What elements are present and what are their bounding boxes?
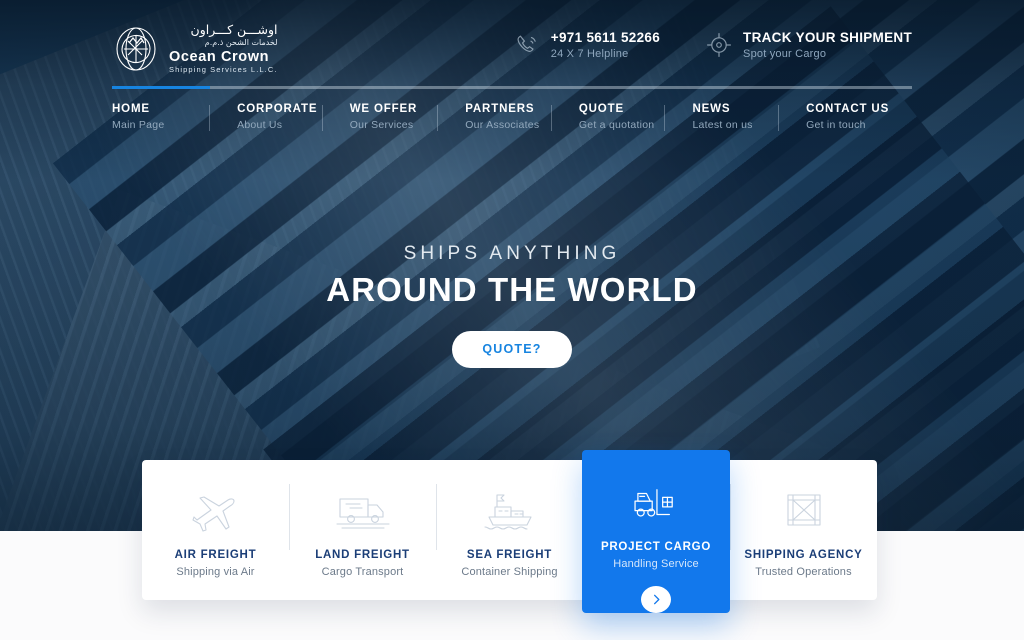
truck-icon	[334, 487, 392, 533]
service-title: AIR FREIGHT	[174, 548, 257, 561]
service-subtitle: Trusted Operations	[755, 565, 852, 578]
service-title: SEA FREIGHT	[466, 548, 553, 561]
service-subtitle: Handling Service	[613, 558, 699, 570]
nav-divider	[664, 105, 666, 131]
helpline-number: +971 5611 52266	[550, 30, 661, 45]
nav-divider	[209, 105, 211, 131]
nav-underline	[112, 86, 912, 89]
service-title: LAND FREIGHT	[315, 548, 410, 561]
top-bar: اوشـــن كـــراون لخدمات الشحن ذ.م.م Ocea…	[0, 0, 1024, 88]
nav-label: NEWS	[692, 103, 731, 115]
globe-crown-icon	[112, 25, 160, 73]
header-contacts: +971 5611 52266 24 X 7 Helpline TRACK YO…	[514, 30, 912, 60]
quote-button[interactable]: QUOTE?	[452, 331, 572, 368]
airplane-icon	[187, 487, 245, 533]
service-subtitle: Cargo Transport	[321, 565, 404, 578]
track-shipment-note: Spot your Cargo	[743, 48, 827, 60]
nav-label: HOME	[112, 103, 150, 115]
brand-logo[interactable]: اوشـــن كـــراون لخدمات الشحن ذ.م.م Ocea…	[112, 22, 278, 74]
service-air-freight[interactable]: AIR FREIGHT Shipping via Air	[142, 460, 289, 600]
nav-sublabel: About Us	[237, 119, 283, 131]
track-shipment-contact[interactable]: TRACK YOUR SHIPMENT Spot your Cargo	[706, 30, 912, 60]
track-shipment-title: TRACK YOUR SHIPMENT	[743, 30, 912, 45]
nav-sublabel: Get a quotation	[578, 119, 655, 131]
service-title: PROJECT CARGO	[600, 541, 712, 553]
main-navigation: HOME Main Page CORPORATE About Us WE OFF…	[112, 86, 912, 131]
nav-divider	[778, 105, 780, 131]
nav-item-partners[interactable]: PARTNERS Our Associates	[437, 103, 579, 131]
nav-sublabel: Get in touch	[806, 119, 866, 131]
ship-icon	[481, 487, 539, 533]
service-sea-freight[interactable]: SEA FREIGHT Container Shipping	[436, 460, 583, 600]
target-icon	[706, 32, 732, 58]
nav-label: QUOTE	[578, 103, 624, 115]
hero-copy: SHIPS ANYTHING AROUND THE WORLD QUOTE?	[0, 243, 1024, 368]
nav-label: WE OFFER	[349, 103, 418, 115]
brand-name-english: Ocean Crown	[169, 48, 270, 65]
nav-sublabel: Main Page	[112, 119, 165, 131]
nav-item-we-offer[interactable]: WE OFFER Our Services	[321, 103, 466, 131]
nav-label: CONTACT US	[806, 103, 890, 115]
hero-headline: AROUND THE WORLD	[326, 271, 698, 308]
nav-item-contact-us[interactable]: CONTACT US Get in touch	[778, 103, 912, 131]
nav-item-news[interactable]: NEWS Latest on us	[664, 103, 806, 131]
helpline-note: 24 X 7 Helpline	[550, 48, 629, 60]
phone-icon	[514, 32, 540, 58]
services-card: AIR FREIGHT Shipping via Air LAND FREIGH…	[142, 460, 877, 600]
service-project-cargo[interactable]: PROJECT CARGO Handling Service	[582, 450, 730, 613]
helpline-contact[interactable]: +971 5611 52266 24 X 7 Helpline	[514, 30, 660, 60]
hero-superline: SHIPS ANYTHING	[403, 243, 621, 264]
nav-items: HOME Main Page CORPORATE About Us WE OFF…	[112, 103, 912, 131]
nav-sublabel: Our Services	[349, 119, 414, 131]
project-cargo-next-button[interactable]	[641, 586, 671, 613]
nav-label: PARTNERS	[465, 103, 535, 115]
service-shipping-agency[interactable]: SHIPPING AGENCY Trusted Operations	[730, 460, 877, 600]
nav-divider	[550, 105, 552, 131]
crate-icon	[775, 487, 833, 533]
services-strip: AIR FREIGHT Shipping via Air LAND FREIGH…	[142, 450, 877, 613]
nav-sublabel: Our Associates	[465, 119, 540, 131]
chevron-right-icon	[650, 593, 663, 606]
nav-label: CORPORATE	[237, 103, 318, 115]
nav-divider	[437, 105, 439, 131]
nav-item-corporate[interactable]: CORPORATE About Us	[209, 103, 350, 131]
brand-tagline-english: Shipping Services L.L.C.	[169, 65, 278, 74]
nav-active-indicator	[112, 86, 210, 89]
nav-sublabel: Latest on us	[692, 119, 753, 131]
nav-item-home[interactable]: HOME Main Page	[112, 103, 237, 131]
page-root: اوشـــن كـــراون لخدمات الشحن ذ.م.م Ocea…	[0, 0, 1024, 640]
service-subtitle: Container Shipping	[461, 565, 558, 578]
forklift-icon	[628, 484, 684, 524]
service-subtitle: Shipping via Air	[176, 565, 255, 578]
nav-item-quote[interactable]: QUOTE Get a quotation	[550, 103, 693, 131]
service-land-freight[interactable]: LAND FREIGHT Cargo Transport	[289, 460, 436, 600]
brand-wordmark: اوشـــن كـــراون لخدمات الشحن ذ.م.م Ocea…	[169, 22, 278, 74]
nav-divider	[321, 105, 323, 131]
brand-name-arabic: اوشـــن كـــراون	[190, 22, 278, 37]
brand-tagline-arabic: لخدمات الشحن ذ.م.م	[204, 37, 278, 47]
service-title: SHIPPING AGENCY	[744, 548, 863, 561]
